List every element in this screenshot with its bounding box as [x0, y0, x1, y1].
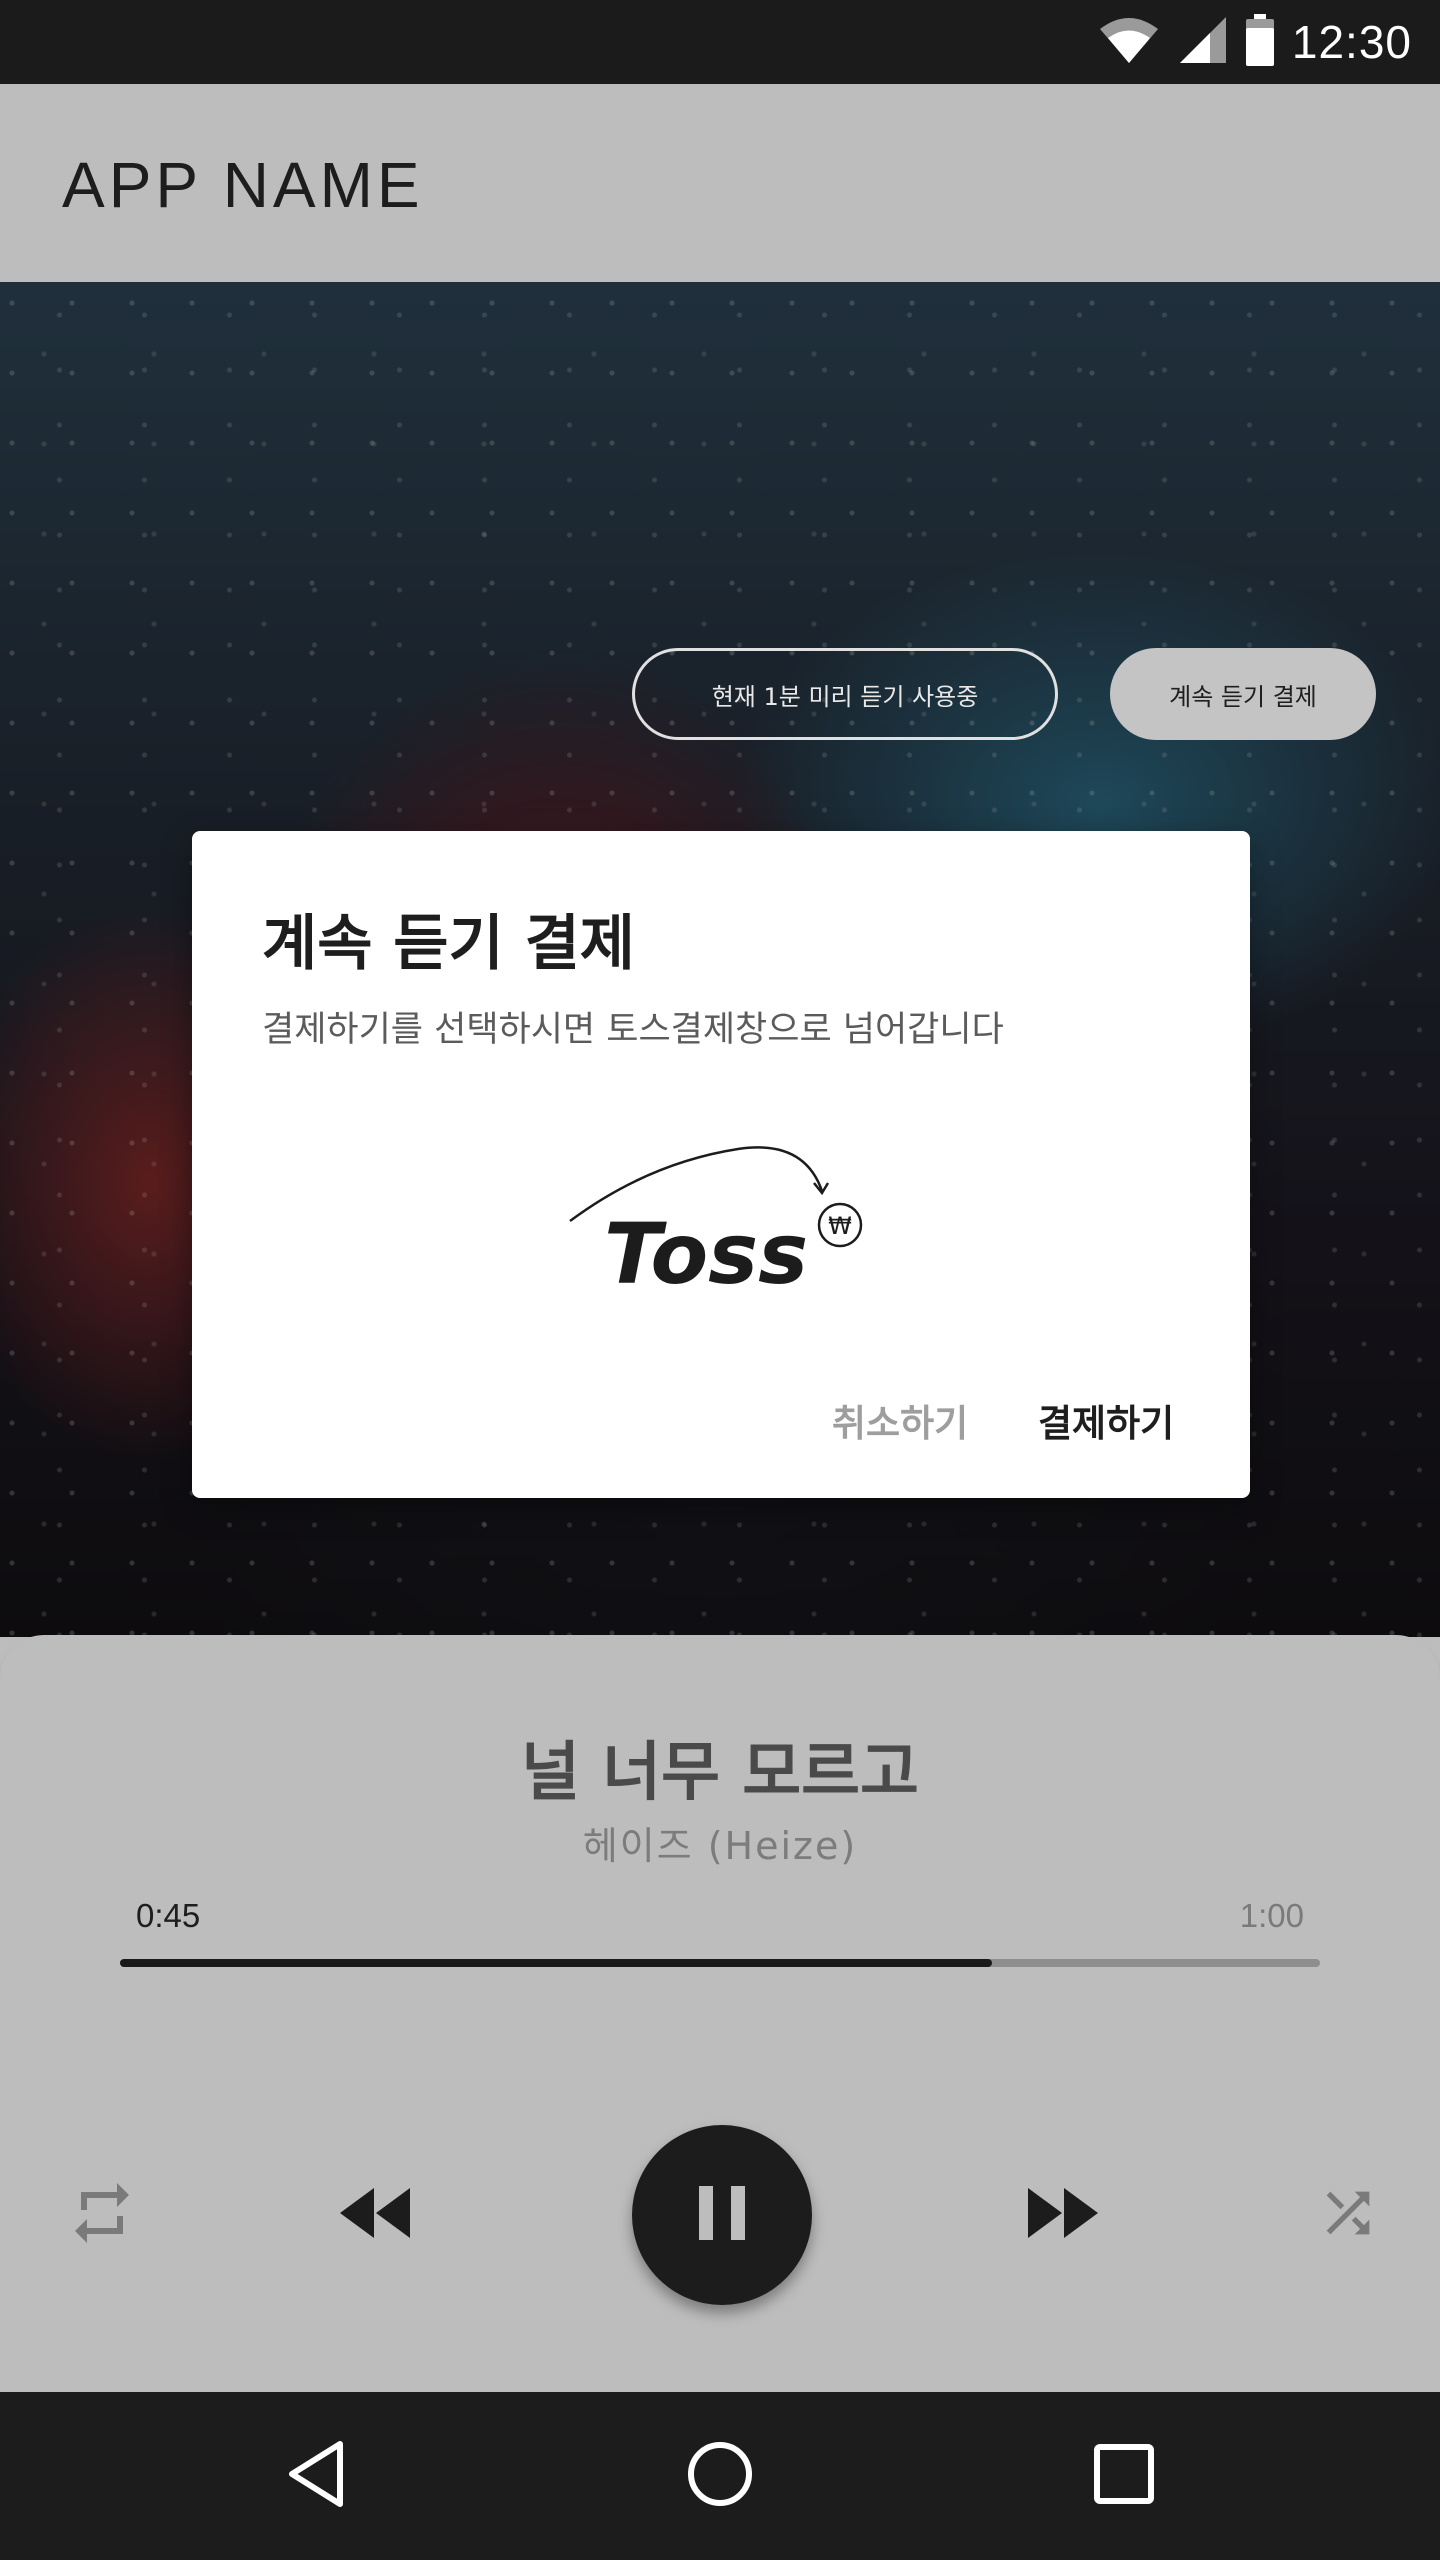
toss-logo: ₩ Toss — [558, 1133, 878, 1303]
battery-icon — [1245, 14, 1274, 70]
pause-button[interactable] — [632, 2125, 812, 2305]
rewind-icon — [338, 2186, 412, 2244]
progress-fill — [120, 1959, 993, 1967]
home-icon — [685, 2439, 755, 2513]
status-time: 12:30 — [1291, 16, 1412, 68]
signal-icon — [1178, 15, 1228, 69]
status-icons: 12:30 — [1098, 0, 1412, 84]
status-bar: 12:30 — [0, 0, 1440, 84]
rewind-button[interactable] — [330, 2175, 420, 2255]
repeat-icon — [66, 2177, 138, 2253]
app-title: APP NAME — [62, 149, 424, 221]
player-controls — [0, 2035, 1440, 2392]
now-playing-card: 널 너무 모르고 헤이즈 (Heize) 0:45 1:00 — [0, 1635, 1440, 2035]
recents-button[interactable] — [1074, 2426, 1174, 2526]
toss-logo-text: Toss — [604, 1205, 808, 1303]
dialog-title: 계속 듣기 결제 — [262, 909, 635, 979]
fast-forward-button[interactable] — [1018, 2175, 1108, 2255]
recents-icon — [1093, 2443, 1155, 2509]
home-button[interactable] — [670, 2426, 770, 2526]
dialog-message: 결제하기를 선택하시면 토스결제창으로 넘어갑니다 — [262, 1010, 1004, 1050]
wifi-icon — [1098, 15, 1160, 69]
back-button[interactable] — [266, 2426, 366, 2526]
pause-icon — [699, 2186, 745, 2244]
fast-forward-icon — [1026, 2186, 1100, 2244]
confirm-payment-button[interactable]: 결제하기 — [1038, 1393, 1174, 1447]
continue-listening-pay-button[interactable]: 계속 듣기 결제 — [1110, 648, 1376, 740]
song-artist: 헤이즈 (Heize) — [582, 1824, 858, 1868]
current-time: 0:45 — [136, 1897, 201, 1934]
app-bar: APP NAME — [0, 84, 1440, 282]
repeat-button[interactable] — [62, 2175, 142, 2255]
progress-bar[interactable] — [120, 1959, 1320, 1967]
payment-dialog: 계속 듣기 결제 결제하기를 선택하시면 토스결제창으로 넘어갑니다 ₩ Tos… — [192, 831, 1250, 1498]
shuffle-icon — [1316, 2181, 1380, 2249]
shuffle-button[interactable] — [1308, 2175, 1388, 2255]
toss-logo-symbol: ₩ — [828, 1212, 852, 1240]
system-nav-bar — [0, 2392, 1440, 2560]
song-title: 널 너무 모르고 — [521, 1736, 919, 1810]
back-icon — [286, 2439, 346, 2513]
total-time: 1:00 — [1239, 1897, 1304, 1934]
cancel-button[interactable]: 취소하기 — [832, 1393, 968, 1447]
preview-status-pill: 현재 1분 미리 듣기 사용중 — [632, 648, 1058, 740]
